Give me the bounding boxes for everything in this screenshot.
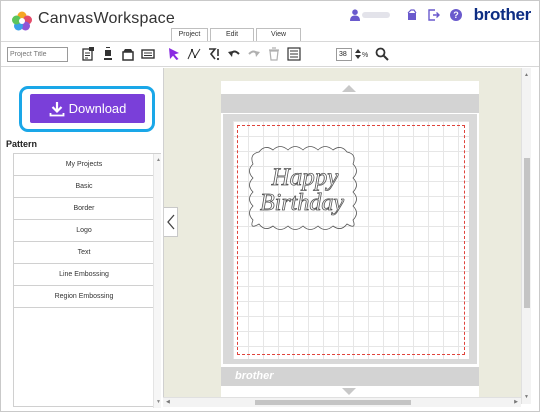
menu-tabs: Project Edit View xyxy=(171,28,303,41)
pattern-item-line-embossing[interactable]: Line Embossing xyxy=(14,264,154,286)
header: CanvasWorkspace Project Edit View ? brot… xyxy=(1,1,539,41)
delete-icon[interactable] xyxy=(267,47,281,61)
file-icon[interactable] xyxy=(406,9,418,21)
mat-frame: Happy Birthday xyxy=(223,114,477,364)
scroll-up-icon[interactable]: ▲ xyxy=(156,157,161,163)
happy-birthday-design[interactable]: Happy Birthday xyxy=(247,144,359,232)
vertical-scrollbar[interactable]: ▲ ▼ xyxy=(521,68,531,404)
app-logo-icon xyxy=(12,11,32,31)
download-button[interactable]: Download xyxy=(30,94,145,123)
vertical-scroll-thumb[interactable] xyxy=(524,158,530,308)
user-icon[interactable] xyxy=(349,9,360,21)
list-icon[interactable] xyxy=(287,47,301,61)
pattern-item-border[interactable]: Border xyxy=(14,198,154,220)
horizontal-scrollbar[interactable]: ◀ ▶ xyxy=(163,397,521,407)
pattern-item-text[interactable]: Text xyxy=(14,242,154,264)
undo-icon[interactable] xyxy=(227,47,241,61)
toolbar: 38 % xyxy=(1,41,539,67)
mat-top-band xyxy=(221,94,479,113)
pattern-heading: Pattern xyxy=(6,139,38,149)
pattern-list: My Projects Basic Border Logo Text Line … xyxy=(13,153,161,408)
hscroll-right-icon[interactable]: ▶ xyxy=(514,399,518,405)
mat-arrow-down-icon xyxy=(342,388,356,395)
mat-arrow-up-icon xyxy=(342,85,356,92)
app-title: CanvasWorkspace xyxy=(38,10,175,27)
svg-text:?: ? xyxy=(453,10,459,20)
design-line-1: Happy xyxy=(271,164,340,191)
properties-icon[interactable] xyxy=(81,47,95,61)
cutting-mat: Happy Birthday brother xyxy=(221,81,479,399)
zoom-input[interactable]: 38 xyxy=(336,48,352,61)
pattern-item-my-projects[interactable]: My Projects xyxy=(14,154,154,176)
mat-brand-mark: brother xyxy=(235,370,274,382)
vscroll-up-icon[interactable]: ▲ xyxy=(524,72,529,78)
scroll-down-icon[interactable]: ▼ xyxy=(156,399,161,405)
mat-bottom-band: brother xyxy=(221,367,479,386)
download-icon xyxy=(49,101,64,116)
design-line-2: Birthday xyxy=(260,190,344,216)
app-window: CanvasWorkspace Project Edit View ? brot… xyxy=(0,0,540,412)
help-icon[interactable]: ? xyxy=(449,9,462,21)
pattern-scrollbar[interactable]: ▲ ▼ xyxy=(153,154,161,408)
scan-icon[interactable] xyxy=(141,47,155,61)
hscroll-left-icon[interactable]: ◀ xyxy=(166,399,170,405)
brand-logo: brother xyxy=(473,5,532,24)
project-title-input[interactable] xyxy=(7,47,68,62)
redo-icon[interactable] xyxy=(247,47,261,61)
node-edit-icon[interactable] xyxy=(187,47,201,61)
download-highlight: Download xyxy=(19,86,155,132)
header-actions: ? brother xyxy=(349,5,532,24)
tab-edit[interactable]: Edit xyxy=(210,28,254,41)
chevron-left-icon xyxy=(166,214,174,230)
magnifier-icon[interactable] xyxy=(375,47,389,61)
pattern-item-logo[interactable]: Logo xyxy=(14,220,154,242)
collapse-panel-button[interactable] xyxy=(164,207,178,237)
left-panel: Download Pattern My Projects Basic Borde… xyxy=(1,68,163,411)
horizontal-scroll-thumb[interactable] xyxy=(255,400,411,405)
pattern-item-region-embossing[interactable]: Region Embossing xyxy=(14,286,154,308)
zoom-unit: % xyxy=(362,52,369,59)
zoom-spinner-icon[interactable] xyxy=(355,48,361,60)
select-arrow-icon[interactable] xyxy=(167,47,181,61)
save-icon[interactable] xyxy=(101,47,115,61)
logout-icon[interactable] xyxy=(427,9,440,21)
shape-tool-icon[interactable] xyxy=(207,47,221,61)
tab-project[interactable]: Project xyxy=(171,28,208,41)
transfer-icon[interactable] xyxy=(121,47,135,61)
pattern-item-basic[interactable]: Basic xyxy=(14,176,154,198)
download-button-label: Download xyxy=(68,101,127,116)
tab-view[interactable]: View xyxy=(256,28,301,41)
vscroll-down-icon[interactable]: ▼ xyxy=(524,394,529,400)
user-name-redacted xyxy=(361,12,390,18)
